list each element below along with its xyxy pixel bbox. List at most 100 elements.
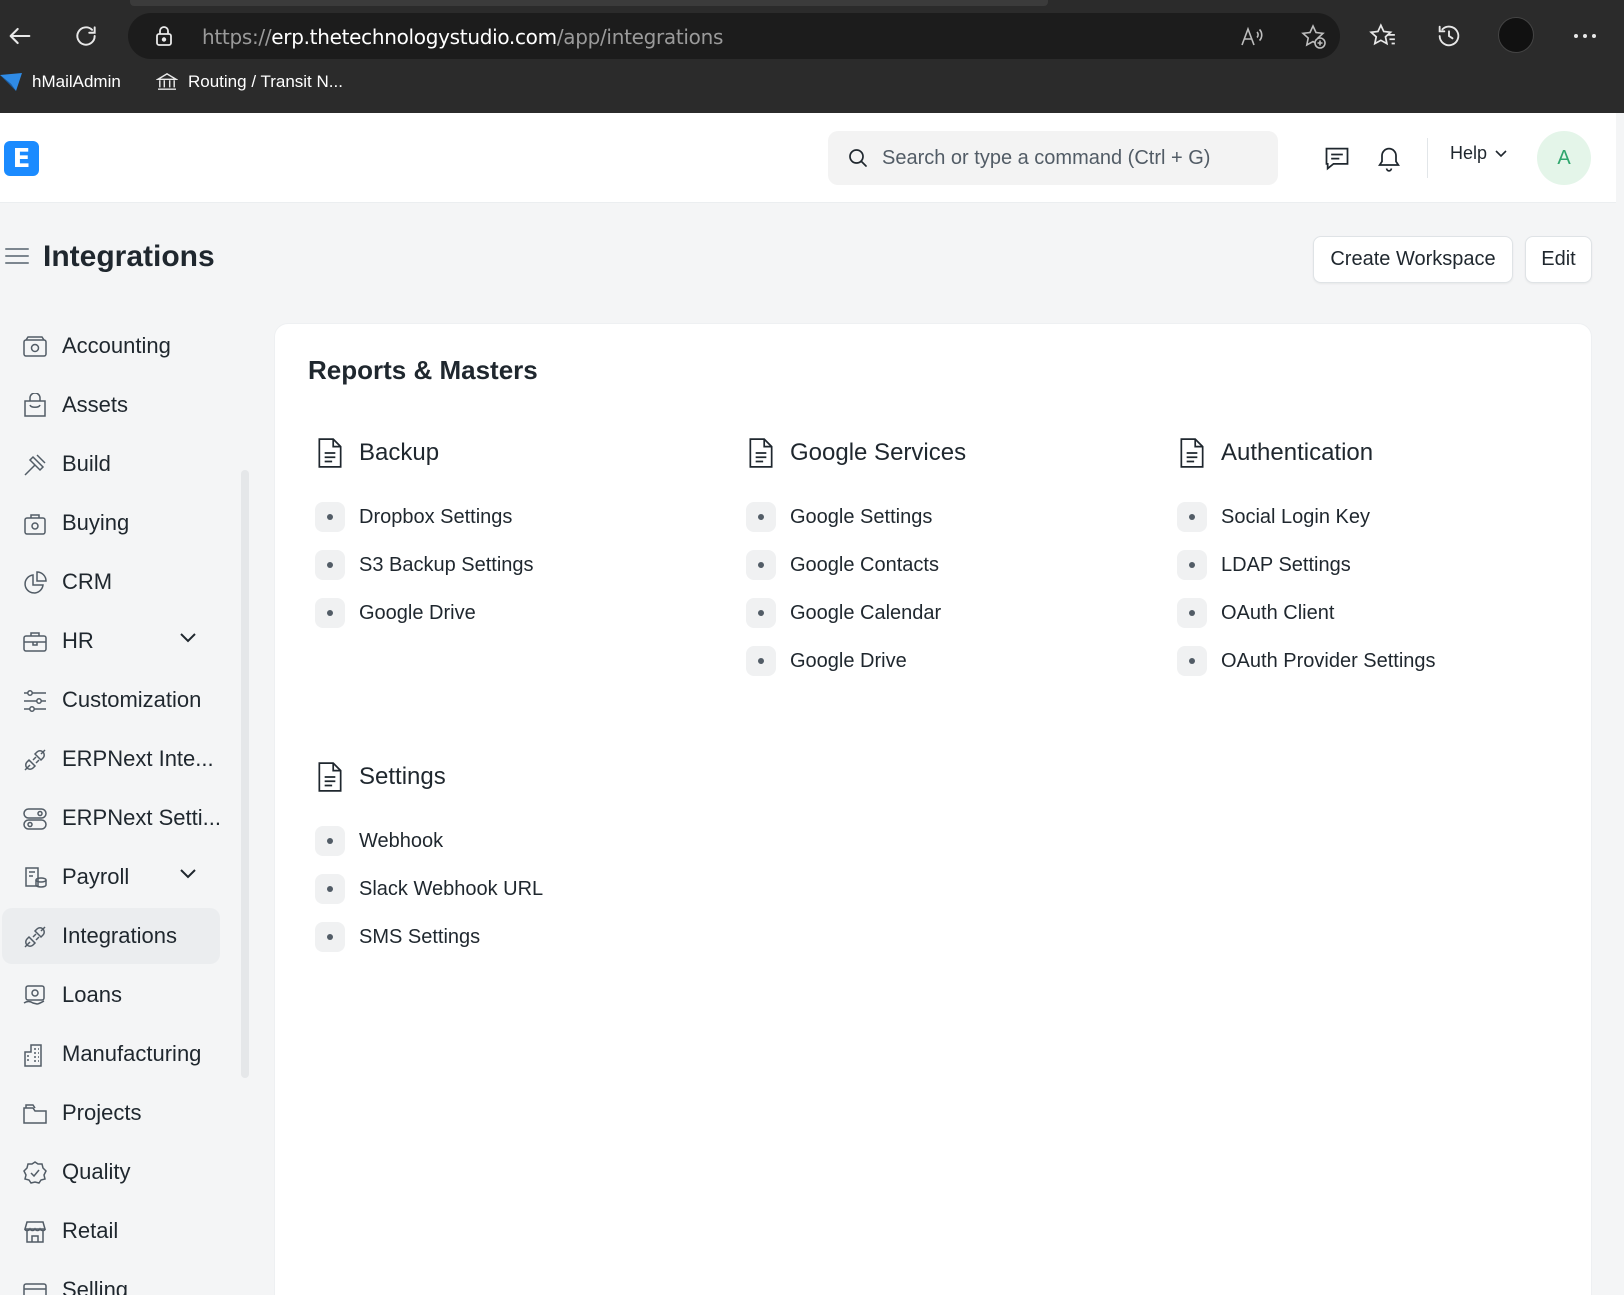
workspace-card: Reports & Masters Backup Dropbox Setting… <box>274 323 1592 1295</box>
chat-icon[interactable] <box>1322 143 1352 173</box>
browser-toolbar: https://erp.thetechnologystudio.com/app/… <box>0 0 1624 113</box>
link-dropbox-settings[interactable]: Dropbox Settings <box>315 502 512 532</box>
selling-icon <box>23 1283 47 1295</box>
link-s3-backup-settings[interactable]: S3 Backup Settings <box>315 550 534 580</box>
link-social-login-key[interactable]: Social Login Key <box>1177 502 1370 532</box>
sidebar-item-quality[interactable]: Quality <box>2 1144 220 1200</box>
awesomebar[interactable] <box>828 131 1278 185</box>
sidebar-item-payroll[interactable]: Payroll <box>2 849 220 905</box>
chevron-down-icon[interactable] <box>180 869 196 879</box>
back-arrow-icon <box>9 27 31 45</box>
back-button[interactable] <box>0 16 40 56</box>
group-header: Authentication <box>1177 437 1373 469</box>
sidebar-item-crm[interactable]: CRM <box>2 554 220 610</box>
bookmark-hmailadmin[interactable]: hMailAdmin <box>0 72 121 92</box>
bookmarks-bar: hMailAdmin Routing / Transit N... <box>0 68 1624 102</box>
payroll-icon <box>25 867 47 888</box>
browser-profile-avatar[interactable] <box>1498 17 1534 53</box>
sidebar-item-erpnext-integrations[interactable]: ERPNext Inte... <box>2 731 220 787</box>
bullet-icon <box>746 598 776 628</box>
sidebar-item-build[interactable]: Build <box>2 436 220 492</box>
quality-icon <box>23 1161 47 1184</box>
navbar-divider <box>1427 138 1428 178</box>
read-aloud-icon[interactable] <box>1238 23 1266 51</box>
sidebar-item-loans[interactable]: Loans <box>2 967 220 1023</box>
bullet-icon <box>315 598 345 628</box>
bullet-icon <box>746 502 776 532</box>
bullet-icon <box>315 550 345 580</box>
sidebar-scrollbar[interactable] <box>241 470 249 1078</box>
customization-icon <box>24 690 46 712</box>
link-google-drive[interactable]: Google Drive <box>315 598 476 628</box>
manufacturing-icon <box>24 1044 42 1067</box>
hr-icon <box>23 632 47 652</box>
link-oauth-provider-settings[interactable]: OAuth Provider Settings <box>1177 646 1436 676</box>
sidebar-item-projects[interactable]: Projects <box>2 1085 220 1141</box>
notification-bell-icon[interactable] <box>1374 143 1404 173</box>
user-avatar[interactable]: A <box>1537 131 1591 185</box>
bullet-icon <box>746 646 776 676</box>
address-bar[interactable]: https://erp.thetechnologystudio.com/app/… <box>128 13 1340 59</box>
document-icon <box>318 762 342 792</box>
buying-icon <box>24 514 46 535</box>
bookmark-routing[interactable]: Routing / Transit N... <box>156 72 343 92</box>
integration-icon <box>24 926 46 948</box>
bullet-icon <box>315 874 345 904</box>
sidebar-item-hr[interactable]: HR <box>2 613 220 669</box>
integration-icon <box>24 749 46 771</box>
bullet-icon <box>1177 502 1207 532</box>
sidebar-toggle-icon[interactable] <box>4 246 30 271</box>
bullet-icon <box>1177 646 1207 676</box>
sidebar-item-customization[interactable]: Customization <box>2 672 220 728</box>
search-icon <box>849 149 867 167</box>
edit-button[interactable]: Edit <box>1525 236 1592 283</box>
chevron-down-icon <box>1495 149 1507 157</box>
more-menu-icon[interactable] <box>1566 17 1604 55</box>
sidebar-item-selling[interactable]: Selling <box>2 1262 220 1295</box>
bullet-icon <box>315 502 345 532</box>
bank-icon <box>156 73 178 90</box>
sidebar-item-retail[interactable]: Retail <box>2 1203 220 1259</box>
link-google-calendar[interactable]: Google Calendar <box>746 598 941 628</box>
bullet-icon <box>746 550 776 580</box>
bullet-icon <box>1177 550 1207 580</box>
accounting-icon <box>23 336 47 357</box>
link-sms-settings[interactable]: SMS Settings <box>315 922 480 952</box>
sidebar-item-assets[interactable]: Assets <box>2 377 220 433</box>
group-header: Google Services <box>746 437 966 469</box>
favorites-icon[interactable] <box>1364 17 1402 55</box>
crm-icon <box>24 571 47 594</box>
sidebar-item-accounting[interactable]: Accounting <box>2 318 220 374</box>
loans-icon <box>23 985 45 1005</box>
page-title: Integrations <box>43 240 215 273</box>
search-input[interactable] <box>882 131 1262 185</box>
sidebar-item-integrations[interactable]: Integrations <box>2 908 220 964</box>
document-icon <box>1180 438 1204 468</box>
create-workspace-button[interactable]: Create Workspace <box>1313 236 1513 283</box>
link-oauth-client[interactable]: OAuth Client <box>1177 598 1334 628</box>
refresh-icon <box>76 26 96 46</box>
refresh-button[interactable] <box>66 16 106 56</box>
link-ldap-settings[interactable]: LDAP Settings <box>1177 550 1351 580</box>
sidebar-item-erpnext-settings[interactable]: ERPNext Setti... <box>2 790 221 846</box>
chevron-down-icon[interactable] <box>180 633 196 643</box>
tab-strip <box>130 0 1048 6</box>
link-google-contacts[interactable]: Google Contacts <box>746 550 939 580</box>
add-favorite-icon[interactable] <box>1300 23 1328 51</box>
mail-icon <box>0 73 22 91</box>
history-icon[interactable] <box>1430 17 1468 55</box>
group-header: Settings <box>315 761 446 793</box>
settings-icon <box>23 808 47 830</box>
group-header: Backup <box>315 437 439 469</box>
link-webhook[interactable]: Webhook <box>315 826 443 856</box>
app-logo[interactable]: E <box>4 141 39 176</box>
link-google-drive[interactable]: Google Drive <box>746 646 907 676</box>
link-google-settings[interactable]: Google Settings <box>746 502 932 532</box>
url-text[interactable]: https://erp.thetechnologystudio.com/app/… <box>202 25 723 49</box>
sidebar-item-buying[interactable]: Buying <box>2 495 220 551</box>
sidebar-item-manufacturing[interactable]: Manufacturing <box>2 1026 220 1082</box>
help-dropdown[interactable]: Help <box>1450 143 1507 164</box>
section-title: Reports & Masters <box>308 355 538 385</box>
lock-icon <box>154 25 174 52</box>
link-slack-webhook-url[interactable]: Slack Webhook URL <box>315 874 543 904</box>
